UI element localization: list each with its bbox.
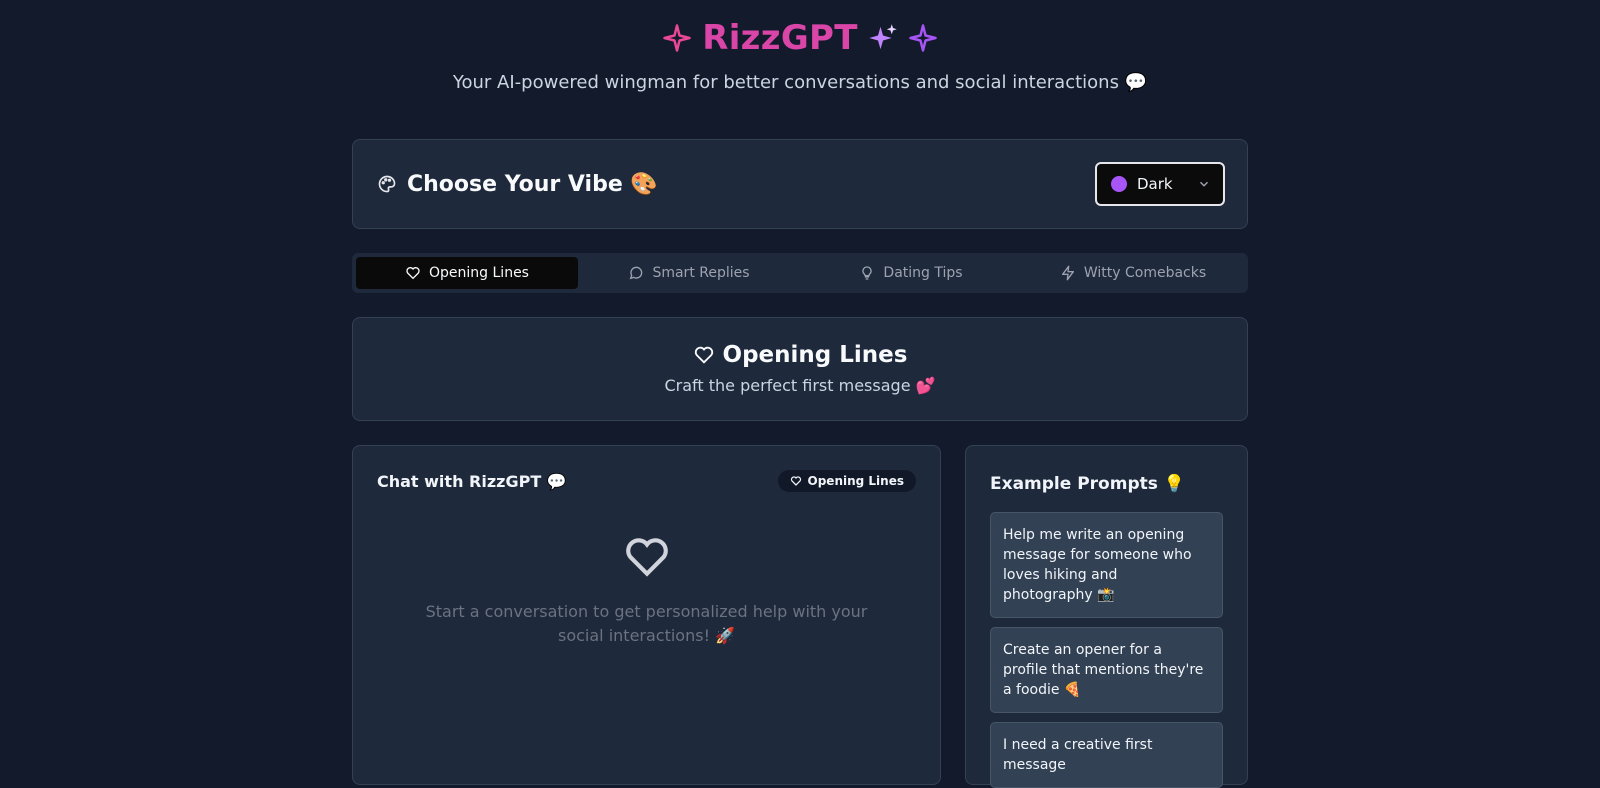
- tab-opening-lines[interactable]: Opening Lines: [356, 257, 578, 289]
- example-prompt[interactable]: I need a creative first message: [990, 722, 1223, 788]
- tab-label: Dating Tips: [883, 265, 963, 281]
- lightbulb-icon: [862, 266, 873, 280]
- sparkles-icon: [909, 24, 937, 52]
- hero-header: RizzGPT Your AI-powered wingman for bett…: [0, 18, 1600, 93]
- mode-subtitle: Craft the perfect first message 💕: [664, 376, 936, 395]
- chat-card: Chat with RizzGPT 💬 Opening Lines Start …: [352, 445, 941, 785]
- vibe-card: Choose Your Vibe 🎨 Dark: [352, 139, 1248, 229]
- tab-witty-comebacks[interactable]: Witty Comebacks: [1022, 257, 1244, 289]
- zap-icon: [1061, 265, 1074, 281]
- theme-color-swatch: [1111, 176, 1127, 192]
- tab-label: Witty Comebacks: [1083, 265, 1207, 281]
- theme-select[interactable]: Dark: [1095, 162, 1225, 206]
- mode-tabs: Opening Lines Smart Replies Dating Tips …: [352, 253, 1248, 293]
- heart-icon: [790, 476, 801, 486]
- chat-title: Chat with RizzGPT 💬: [377, 471, 567, 491]
- sparkles-icon: [663, 24, 691, 52]
- chat-empty-state: Start a conversation to get personalized…: [353, 532, 940, 648]
- example-prompts-title: Example Prompts 💡: [990, 474, 1185, 494]
- message-circle-icon: [630, 266, 643, 280]
- example-prompt[interactable]: Help me write an opening message for som…: [990, 512, 1223, 618]
- heart-icon: [406, 267, 420, 280]
- example-prompt[interactable]: Create an opener for a profile that ment…: [990, 627, 1223, 713]
- mode-title: Opening Lines: [693, 342, 908, 368]
- mode-header-card: Opening Lines Craft the perfect first me…: [352, 317, 1248, 421]
- chat-empty-text: Start a conversation to get personalized…: [425, 602, 868, 645]
- tab-smart-replies[interactable]: Smart Replies: [578, 257, 800, 289]
- sparkles-emoji-icon: [869, 24, 897, 50]
- mode-title-text: Opening Lines: [722, 342, 908, 368]
- tab-label: Opening Lines: [429, 265, 529, 281]
- mode-badge-label: Opening Lines: [807, 474, 904, 488]
- palette-icon: [378, 175, 396, 193]
- vibe-title: Choose Your Vibe 🎨: [407, 171, 658, 197]
- app-title: RizzGPT: [662, 18, 938, 58]
- heart-icon: [694, 346, 713, 364]
- mode-badge: Opening Lines: [777, 470, 916, 492]
- app-subtitle: Your AI-powered wingman for better conve…: [452, 72, 1148, 93]
- heart-icon: [625, 538, 668, 577]
- app-title-text: RizzGPT: [702, 18, 858, 58]
- chevron-down-icon: [1199, 181, 1209, 187]
- theme-select-value: Dark: [1137, 175, 1173, 193]
- tab-label: Smart Replies: [652, 265, 750, 281]
- example-prompts-card: Example Prompts 💡 Help me write an openi…: [965, 445, 1248, 788]
- tab-dating-tips[interactable]: Dating Tips: [800, 257, 1022, 289]
